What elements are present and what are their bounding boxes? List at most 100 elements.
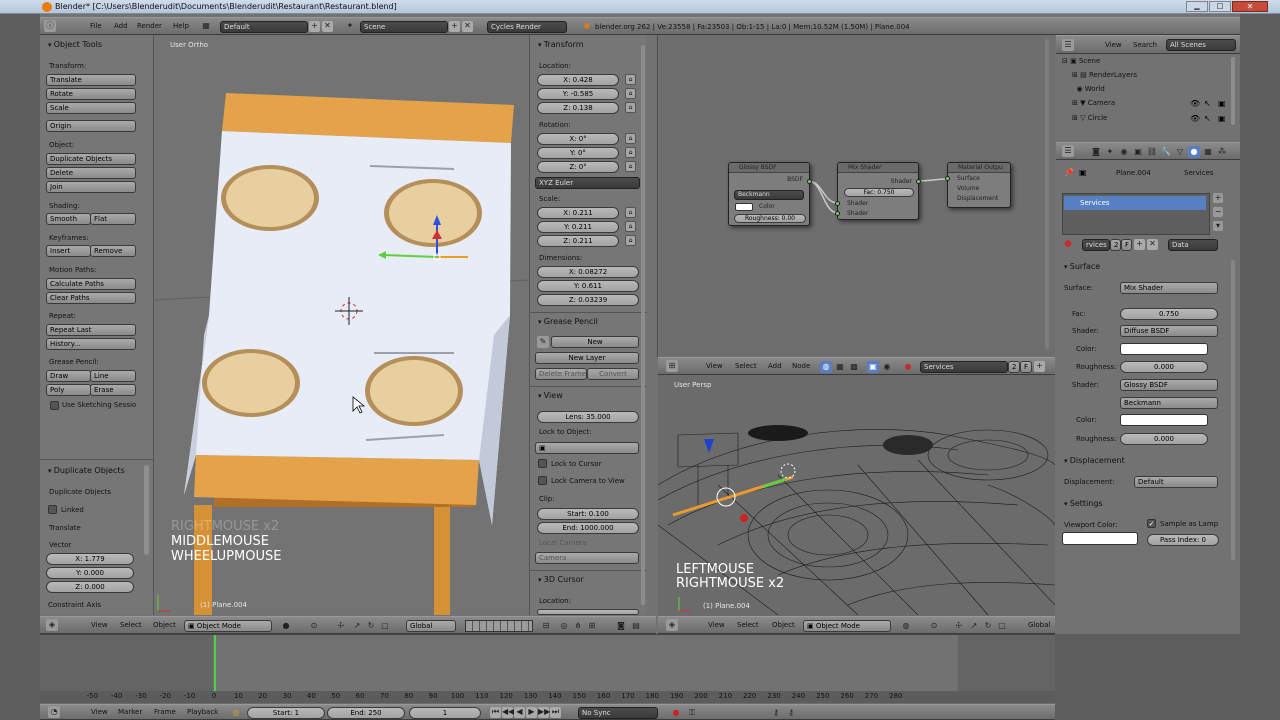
material-datablock-name[interactable]: rvices [1082,239,1110,251]
v2-rotate-icon[interactable]: ↻ [982,620,994,632]
pin-icon[interactable]: 📌 [1064,168,1074,177]
grease-pencil-header[interactable]: Grease Pencil [538,317,598,326]
history-button[interactable]: History... [46,338,136,350]
v2-translate-icon[interactable]: ↗ [968,620,980,632]
outliner-menu-search[interactable]: Search [1133,41,1157,49]
v2-orientation-select[interactable]: Global [1028,621,1050,629]
eye-icon-circle[interactable]: 👁 [1190,114,1200,123]
sample-lamp-checkbox[interactable]: ✓ [1147,519,1156,528]
translate-button[interactable]: Translate [46,74,136,86]
linked-checkbox[interactable] [48,505,57,514]
scene-field[interactable]: Scene [360,21,448,33]
material-slot-item[interactable]: Services [1064,196,1206,210]
menu-help[interactable]: Help [173,22,189,30]
new-material-icon[interactable]: + [1034,361,1045,372]
eye-icon-camera[interactable]: 👁 [1190,99,1200,108]
material-datablock-users[interactable]: 2 [1110,239,1121,251]
crumb-material[interactable]: Services [1184,169,1214,177]
node-editor-icon[interactable]: ⊞ [666,360,678,372]
gp-erase-button[interactable]: Erase [90,384,136,396]
rotation-z-field[interactable]: Z: 0° [537,161,619,173]
scale-z-field[interactable]: Z: 0.211 [537,235,619,247]
v2-menu-object[interactable]: Object [772,621,795,629]
pass-index-field[interactable]: Pass Index: 0 [1147,534,1219,546]
slot-remove-icon[interactable]: − [1213,207,1223,217]
lock-scale-z-icon[interactable]: ⌂ [625,235,636,246]
v2-mode-select[interactable]: ▣ Object Mode [803,620,891,632]
mix-out-socket[interactable] [916,179,921,184]
viewport-persp[interactable]: User Persp LEFTMOUSE RIGHTMOUSE x2 (1) P… [658,375,1055,616]
proportional-edit-icon[interactable]: ◎ [558,620,570,632]
timeline-menu-playback[interactable]: Playback [187,708,218,716]
dimension-x-field[interactable]: X: 0.08272 [537,266,639,278]
lock-scale-x-icon[interactable]: ⌂ [625,207,636,218]
output-surface-socket[interactable] [945,176,950,181]
shading-icon[interactable]: ● [280,620,292,632]
remove-scene-icon[interactable]: ✕ [462,21,473,32]
lock-layers-icon[interactable]: ⊟ [540,620,552,632]
material-users-field[interactable]: 2 [1008,361,1020,373]
material-datablock-new-icon[interactable]: + [1134,239,1145,250]
menu-object[interactable]: Object [153,621,176,629]
color2-swatch[interactable] [1120,414,1208,426]
outliner-item-world[interactable]: ◉ World [1072,85,1104,93]
cursor-x-field[interactable] [537,609,639,615]
lock-rot-y-icon[interactable]: ⌂ [625,147,636,158]
surface-header[interactable]: Surface [1064,262,1100,271]
viewport-color-swatch[interactable] [1062,532,1138,545]
lens-field[interactable]: Lens: 35.000 [537,411,639,423]
timeline-menu-marker[interactable]: Marker [118,708,142,716]
view3d-editor-icon-2[interactable]: ◈ [666,619,678,631]
v2-scale-icon[interactable]: ▢ [996,620,1008,632]
render-engine-select[interactable]: Cycles Render [487,21,567,33]
crumb-object[interactable]: Plane.004 [1116,169,1151,177]
snap-icon[interactable]: ⋔ [572,620,584,632]
gp-draw-button[interactable]: Draw [46,370,91,382]
cursor-icon-circle[interactable]: ↖ [1204,114,1211,123]
shader1-select[interactable]: Diffuse BSDF [1120,325,1218,337]
pencil-icon[interactable]: ✎ [537,336,549,348]
rotate-button[interactable]: Rotate [46,88,136,100]
fac-field[interactable]: 0.750 [1120,308,1218,320]
lock-loc-x-icon[interactable]: ⌂ [625,74,636,85]
location-x-field[interactable]: X: 0.428 [537,74,619,86]
menu-add[interactable]: Add [114,22,128,30]
gp-line-button[interactable]: Line [90,370,136,382]
outliner-scrollbar[interactable] [1231,57,1235,125]
minimize-button[interactable]: ▁ [1186,1,1208,12]
particles-tab-icon[interactable]: ⁂ [1216,146,1228,158]
lock-loc-y-icon[interactable]: ⌂ [625,88,636,99]
lock-rot-z-icon[interactable]: ⌂ [625,161,636,172]
vector-y-field[interactable]: Y: 0.000 [46,567,134,579]
menu-render[interactable]: Render [137,22,162,30]
shader2-select[interactable]: Glossy BSDF [1120,379,1218,391]
node-mix-shader[interactable]: Mix Shader Shader Fac: 0.750 Shader Shad… [835,162,921,220]
outliner-item-circle[interactable]: ⊞ ▽ Circle [1072,114,1107,122]
rotation-x-field[interactable]: X: 0° [537,133,619,145]
lock-cursor-checkbox[interactable] [538,459,547,468]
node-editor[interactable]: Glossy BSDF BSDF Beckmann Color Roughnes… [657,35,1055,357]
cursor-icon-camera[interactable]: ↖ [1204,99,1211,108]
dimension-z-field[interactable]: Z: 0.03239 [537,294,639,306]
location-z-field[interactable]: Z: 0.138 [537,102,619,114]
cursor-3d-header[interactable]: 3D Cursor [538,575,584,584]
outliner-item-renderlayers[interactable]: ⊞ ▤ RenderLayers [1072,71,1137,79]
glossy-distribution-select[interactable]: Beckmann [734,190,804,200]
close-button[interactable]: ✕ [1232,1,1268,12]
v2-menu-view[interactable]: View [708,621,725,629]
slot-menu-icon[interactable]: ▾ [1213,221,1223,231]
mix-in1-socket[interactable] [835,201,840,206]
timeline-menu-view[interactable]: View [91,708,108,716]
delete-button[interactable]: Delete [46,167,136,179]
render-anim-icon[interactable]: ▤ [630,620,642,632]
timeline-editor-icon[interactable]: ◔ [48,706,60,718]
color1-swatch[interactable] [1120,343,1208,355]
lock-loc-z-icon[interactable]: ⌂ [625,102,636,113]
dimension-y-field[interactable]: Y: 0.611 [537,280,639,292]
rotate-manip-icon[interactable]: ↻ [365,620,377,632]
lock-object-field[interactable]: ▣ [535,442,639,454]
remove-keyframe-button[interactable]: Remove [90,245,136,257]
rotation-mode-select[interactable]: XYZ Euler [535,177,640,189]
add-scene-icon[interactable]: + [449,21,460,32]
join-button[interactable]: Join [46,181,136,193]
